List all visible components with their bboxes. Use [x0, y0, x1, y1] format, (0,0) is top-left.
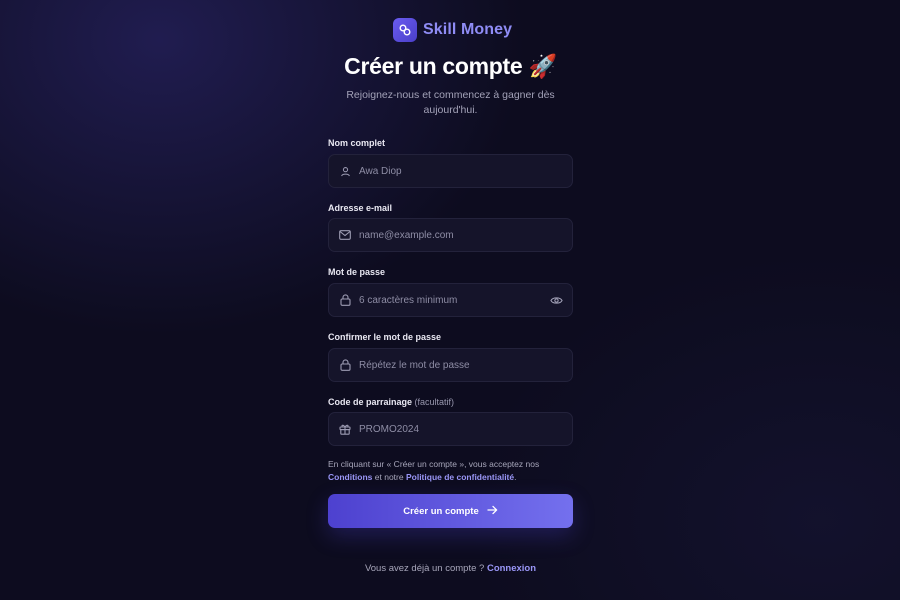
- referral-code-field[interactable]: [328, 412, 573, 446]
- login-link[interactable]: Connexion: [487, 563, 536, 574]
- terms-middle: et notre: [374, 471, 404, 482]
- optional-hint: (facultatif): [414, 397, 455, 407]
- password-input[interactable]: [359, 294, 539, 306]
- password-label: Mot de passe: [328, 267, 386, 277]
- email-input[interactable]: [359, 229, 539, 241]
- referral-code-label: Code de parrainage (facultatif): [328, 397, 454, 407]
- conditions-link[interactable]: Conditions: [328, 472, 372, 482]
- email-field[interactable]: [328, 218, 573, 252]
- confirm-password-input[interactable]: [359, 359, 539, 371]
- email-label: Adresse e-mail: [328, 203, 393, 213]
- password-field[interactable]: [328, 283, 573, 317]
- confirm-password-label: Confirmer le mot de passe: [328, 332, 442, 342]
- rocket-icon: 🚀: [528, 53, 558, 79]
- full-name-input[interactable]: [359, 165, 539, 177]
- privacy-policy-link[interactable]: Politique de confidentialité: [406, 472, 514, 482]
- full-name-field[interactable]: [328, 154, 573, 188]
- login-prompt-text: Vous avez déjà un compte ?: [364, 563, 485, 574]
- page-title: Créer un compte 🚀: [288, 53, 613, 80]
- brand-logo-icon: [393, 18, 417, 42]
- user-icon: [339, 165, 351, 177]
- mail-icon: [339, 229, 351, 241]
- terms-notice: En cliquant sur « Créer un compte », vou…: [328, 458, 578, 483]
- brand-name: Skill Money: [423, 21, 513, 38]
- confirm-password-field[interactable]: [328, 348, 573, 382]
- terms-prefix: En cliquant sur « Créer un compte », vou…: [328, 459, 540, 469]
- arrow-right-icon: [487, 505, 498, 518]
- page-subtitle: Rejoignez-nous et commencez à gagner dès…: [346, 89, 555, 116]
- terms-suffix: .: [514, 471, 517, 482]
- lock-icon: [339, 359, 351, 371]
- referral-code-label-text: Code de parrainage: [328, 397, 413, 407]
- gift-icon: [339, 423, 351, 435]
- full-name-label: Nom complet: [328, 138, 386, 148]
- eye-icon[interactable]: [550, 294, 563, 307]
- login-prompt: Vous avez déjà un compte ? Connexion: [308, 563, 593, 574]
- lock-icon: [339, 294, 351, 306]
- referral-code-input[interactable]: [359, 423, 539, 435]
- brand: Skill Money: [393, 18, 512, 42]
- page-title-text: Créer un compte: [344, 53, 523, 79]
- create-account-button-label: Créer un compte: [403, 505, 479, 517]
- create-account-button[interactable]: Créer un compte: [328, 494, 573, 528]
